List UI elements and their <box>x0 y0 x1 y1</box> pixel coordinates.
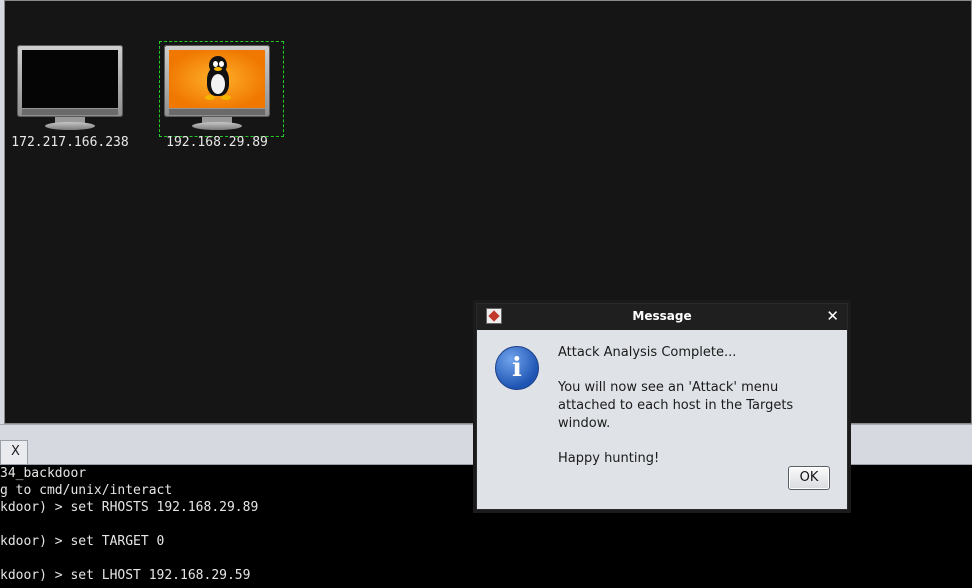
info-icon: i <box>495 346 539 390</box>
dialog-message: Attack Analysis Complete... You will now… <box>558 344 840 468</box>
message-dialog: Message ✕ i Attack Analysis Complete... … <box>476 303 848 510</box>
console-line: kdoor) > set TARGET 0 <box>0 534 165 549</box>
linux-monitor-icon <box>164 45 270 131</box>
host-label: 192.168.29.89 <box>166 135 268 150</box>
message-line-2: You will now see an 'Attack' menu attach… <box>558 380 794 431</box>
console-tab[interactable]: X <box>0 440 28 464</box>
host-172-217-166-238[interactable]: 172.217.166.238 <box>5 45 135 150</box>
close-tab-button[interactable]: X <box>11 444 20 459</box>
host-label: 172.217.166.238 <box>11 135 129 150</box>
ok-button[interactable]: OK <box>788 466 830 490</box>
monitor-icon <box>17 45 123 131</box>
console-line: kdoor) > set LHOST 192.168.29.59 <box>0 568 251 583</box>
dialog-title: Message <box>632 309 692 323</box>
close-icon[interactable]: ✕ <box>826 307 839 325</box>
host-192-168-29-89[interactable]: 192.168.29.89 <box>152 45 282 150</box>
dialog-body: i Attack Analysis Complete... You will n… <box>481 330 843 505</box>
message-line-1: Attack Analysis Complete... <box>558 345 737 360</box>
dialog-titlebar[interactable]: Message ✕ <box>477 304 847 330</box>
tux-icon <box>205 56 231 102</box>
